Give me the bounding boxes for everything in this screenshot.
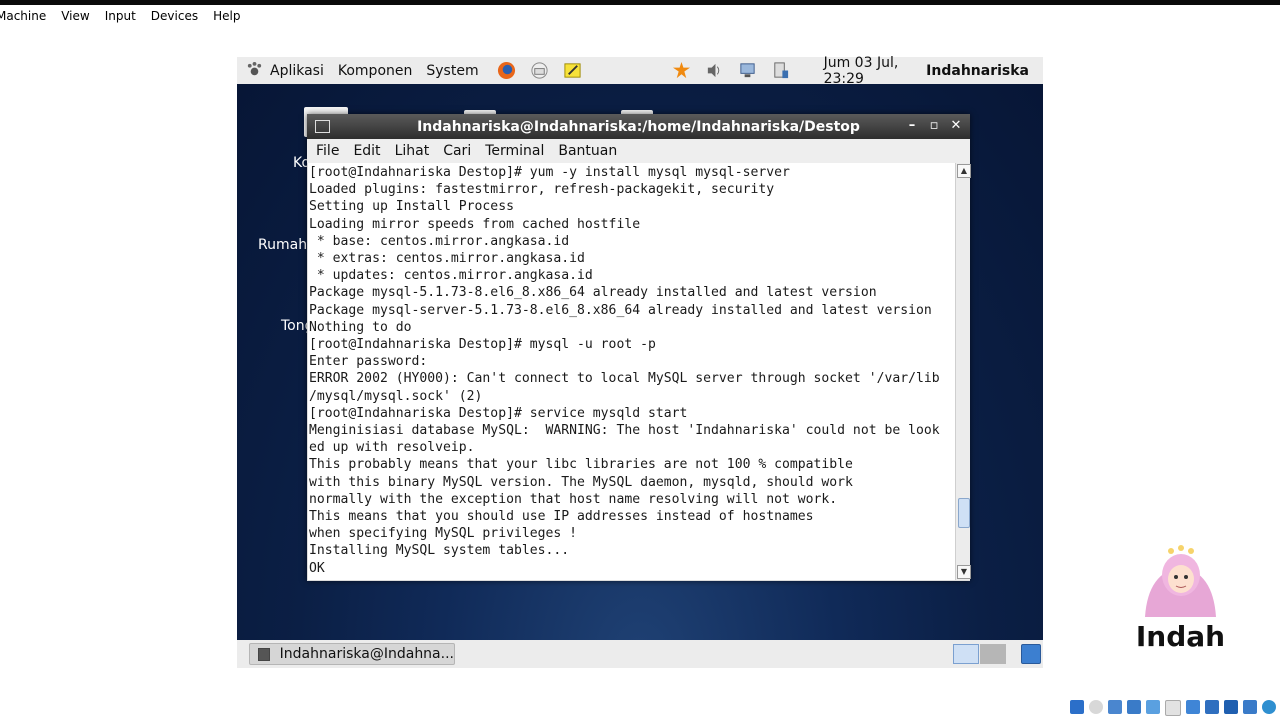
workspace-1[interactable] [953, 644, 979, 664]
menu-help[interactable]: Help [213, 9, 240, 23]
terminal-line: normally with the exception that host na… [309, 491, 838, 507]
avatar-icon [1145, 545, 1216, 617]
network-tray[interactable] [738, 61, 757, 80]
terminal-line: * base: centos.mirror.angkasa.id [309, 233, 570, 249]
network-icon [739, 63, 755, 78]
taskbar-terminal-button[interactable]: Indahnariska@Indahna... [249, 643, 455, 665]
printer-tray[interactable] [771, 61, 790, 80]
menu-view[interactable]: View [61, 9, 89, 23]
scroll-thumb[interactable] [958, 498, 970, 528]
user-menu[interactable]: Indahnariska [926, 63, 1029, 79]
terminal-line: [root@Indahnariska Destop]# yum -y insta… [309, 165, 790, 180]
mail-launcher[interactable] [530, 61, 549, 80]
terminal-scrollbar[interactable]: ▲ ▼ [955, 163, 971, 580]
term-menu-file[interactable]: File [316, 143, 339, 159]
terminal-line: Setting up Install Process [309, 199, 514, 215]
vbox-menubar: Machine View Input Devices Help [0, 5, 1280, 27]
terminal-icon [258, 647, 270, 661]
menu-machine[interactable]: Machine [0, 9, 46, 23]
terminal-line: Package mysql-5.1.73-8.el6_8.x86_64 alre… [309, 285, 877, 301]
terminal-titlebar[interactable]: Indahnariska@Indahnariska:/home/Indahnar… [307, 114, 970, 139]
terminal-line: [root@Indahnariska Destop]# mysql -u roo… [309, 337, 656, 353]
menu-komponen-label: Komponen [337, 62, 413, 79]
watermark-text: Indah [1135, 620, 1226, 653]
terminal-line: with this binary MySQL version. The MySQ… [309, 474, 853, 490]
update-icon [672, 61, 690, 79]
terminal-line: when specifying MySQL privileges ! [309, 526, 578, 542]
user-label: Indahnariska [926, 62, 1029, 79]
usb-icon[interactable] [1146, 700, 1160, 714]
menu-aplikasi[interactable]: Aplikasi [245, 61, 324, 80]
firefox-icon [497, 61, 515, 80]
terminal-menubar: File Edit Lihat Cari Terminal Bantuan [307, 139, 970, 163]
gnome-foot-icon [247, 61, 262, 76]
audio-icon[interactable] [1108, 700, 1122, 714]
terminal-line: Loading mirror speeds from cached hostfi… [309, 216, 641, 232]
menu-komponen[interactable]: Komponen [338, 63, 413, 79]
guest-bottom-panel: Indahnariska@Indahna... [237, 640, 1043, 668]
terminal-window[interactable]: Indahnariska@Indahnariska:/home/Indahnar… [307, 114, 971, 581]
terminal-line: Enter password: [309, 354, 428, 370]
guest-top-panel: Aplikasi Komponen System Jum 03 Jul, 23:… [237, 55, 1043, 87]
vt-icon[interactable] [1243, 700, 1257, 714]
printer-icon [773, 62, 788, 79]
terminal-line: [root@Indahnariska Destop]# service mysq… [309, 405, 688, 421]
notes-launcher[interactable] [563, 61, 582, 80]
terminal-line: This means that you should use IP addres… [309, 509, 814, 525]
minimize-icon[interactable]: – [904, 118, 920, 134]
terminal-line: /mysql/mysql.sock' (2) [309, 388, 483, 404]
clock[interactable]: Jum 03 Jul, 23:29 [824, 55, 907, 87]
notes-icon [564, 63, 581, 78]
network-icon[interactable] [1127, 700, 1141, 714]
term-menu-terminal[interactable]: Terminal [485, 143, 544, 159]
mail-icon [531, 62, 548, 79]
terminal-line: Package mysql-server-5.1.73-8.el6_8.x86_… [309, 302, 932, 318]
cpu-icon[interactable] [1224, 700, 1238, 714]
watermark: Indah [1123, 537, 1238, 653]
terminal-line: ed up with resolveip. [309, 440, 475, 456]
trash-icon[interactable] [1021, 644, 1041, 664]
terminal-line: This probably means that your libc libra… [309, 457, 853, 473]
workspace-2[interactable] [980, 644, 1006, 664]
terminal-line: * updates: centos.mirror.angkasa.id [309, 268, 593, 284]
scroll-down-icon[interactable]: ▼ [957, 565, 971, 579]
menu-aplikasi-label: Aplikasi [270, 62, 324, 79]
volume-icon [707, 63, 719, 78]
terminal-line: * extras: centos.mirror.angkasa.id [309, 251, 585, 267]
menu-system-label: System [426, 62, 479, 79]
optical-drive-icon[interactable] [1089, 700, 1103, 714]
mouse-integration-icon[interactable] [1262, 700, 1276, 714]
term-menu-lihat[interactable]: Lihat [395, 143, 430, 159]
term-menu-cari[interactable]: Cari [443, 143, 471, 159]
shared-folder-icon[interactable] [1165, 700, 1181, 716]
terminal-line: OK [309, 560, 325, 576]
update-tray[interactable] [672, 61, 691, 80]
display-icon[interactable] [1186, 700, 1200, 714]
hdd-icon[interactable] [1070, 700, 1084, 714]
menu-devices[interactable]: Devices [151, 9, 198, 23]
clock-label: Jum 03 Jul, 23:29 [823, 54, 899, 87]
terminal-line: Nothing to do [309, 319, 412, 335]
video-capture-icon[interactable] [1205, 700, 1219, 714]
firefox-launcher[interactable] [497, 61, 516, 80]
menu-input[interactable]: Input [105, 9, 136, 23]
scroll-up-icon[interactable]: ▲ [957, 164, 971, 178]
term-menu-edit[interactable]: Edit [353, 143, 380, 159]
terminal-line: ERROR 2002 (HY000): Can't connect to loc… [309, 371, 940, 387]
terminal-title: Indahnariska@Indahnariska:/home/Indahnar… [417, 118, 860, 135]
desktop-label-rumah[interactable]: Rumah [258, 237, 307, 253]
term-menu-bantuan[interactable]: Bantuan [558, 143, 617, 159]
terminal-output[interactable]: [root@Indahnariska Destop]# yum -y insta… [308, 163, 955, 580]
menu-system[interactable]: System [426, 63, 478, 79]
taskbar-terminal-label: Indahnariska@Indahna... [279, 646, 454, 662]
terminal-line: Loaded plugins: fastestmirror, refresh-p… [309, 182, 775, 198]
volume-tray[interactable] [705, 61, 724, 80]
vbox-status-icons [1070, 700, 1280, 716]
terminal-line: Installing MySQL system tables... [309, 543, 570, 559]
close-icon[interactable]: ✕ [948, 118, 964, 134]
terminal-line: Menginisiasi database MySQL: WARNING: Th… [309, 423, 940, 439]
maximize-icon[interactable]: ▫ [926, 118, 942, 134]
